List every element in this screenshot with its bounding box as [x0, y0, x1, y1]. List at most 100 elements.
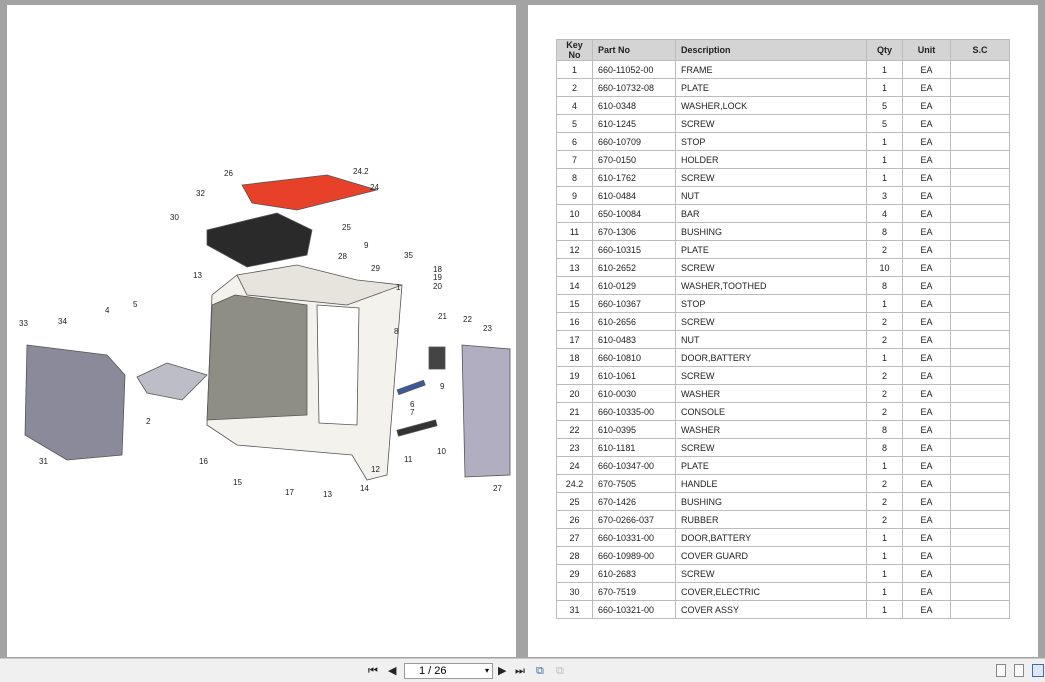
callout-label: 17 [285, 488, 294, 497]
frame-side-panel [206, 294, 308, 421]
table-cell: 2 [556, 78, 593, 97]
table-cell: DOOR,BATTERY [675, 348, 867, 367]
table-cell: WASHER,TOOTHED [675, 276, 867, 295]
table-cell [950, 348, 1010, 367]
previous-page-button[interactable]: ◀ [388, 663, 396, 679]
table-cell: EA [902, 132, 951, 151]
table-cell: 12 [556, 240, 593, 259]
table-cell [950, 276, 1010, 295]
callout-label: 16 [199, 457, 208, 466]
table-cell [950, 474, 1010, 493]
single-page-view-icon[interactable] [996, 664, 1006, 677]
table-cell: 670-1426 [592, 492, 676, 511]
table-cell: EA [902, 168, 951, 187]
table-cell [950, 114, 1010, 133]
table-row: 24.2 670-7505 HANDLE 2 EA [556, 474, 1010, 493]
callout-label: 7 [410, 408, 415, 417]
callout-label: 32 [196, 189, 205, 198]
table-cell: SCREW [675, 564, 867, 583]
table-cell: 1 [866, 60, 903, 79]
table-cell: 610-1762 [592, 168, 676, 187]
table-cell: 670-0266-037 [592, 510, 676, 529]
table-cell: 5 [866, 96, 903, 115]
parts-list-page: Key No Part No Description Qty Unit S.C 1 660-… [528, 5, 1038, 657]
table-cell [950, 312, 1010, 331]
table-cell: EA [902, 204, 951, 223]
table-cell: 2 [866, 330, 903, 349]
callout-label: 22 [463, 315, 472, 324]
table-cell: BUSHING [675, 222, 867, 241]
table-cell: NUT [675, 330, 867, 349]
table-cell: SCREW [675, 366, 867, 385]
table-cell: 6 [556, 132, 593, 151]
callout-label: 35 [404, 251, 413, 260]
table-cell: 2 [866, 366, 903, 385]
table-row: 13 610-2652 SCREW 10 EA [556, 258, 1010, 277]
last-page-button[interactable]: ⏭ [515, 663, 525, 679]
table-cell: RUBBER [675, 510, 867, 529]
table-cell: 610-0483 [592, 330, 676, 349]
rotate-page-icon[interactable]: ⧉ [536, 663, 544, 679]
holder-7 [396, 379, 426, 396]
table-cell: SCREW [675, 438, 867, 457]
page-number-select[interactable]: 1 / 26 ▾ [404, 663, 493, 679]
table-cell: 650-10084 [592, 204, 676, 223]
table-cell: 1 [866, 78, 903, 97]
table-row: 25 670-1426 BUSHING 2 EA [556, 492, 1010, 511]
table-cell: WASHER [675, 420, 867, 439]
table-cell: 610-0395 [592, 420, 676, 439]
table-cell: PLATE [675, 456, 867, 475]
two-page-view-icon[interactable] [1032, 664, 1044, 677]
frame-window [316, 304, 360, 426]
parts-table: Key No Part No Description Qty Unit S.C 1 660-… [556, 39, 1010, 619]
table-row: 14 610-0129 WASHER,TOOTHED 8 EA [556, 276, 1010, 295]
callout-label: 21 [438, 312, 447, 321]
table-cell: 660-10732-08 [592, 78, 676, 97]
table-cell [950, 420, 1010, 439]
column-header: Key No [556, 39, 593, 61]
column-header: S.C [950, 39, 1010, 61]
table-cell: 660-10367 [592, 294, 676, 313]
table-cell: EA [902, 510, 951, 529]
table-cell: 21 [556, 402, 593, 421]
table-row: 23 610-1181 SCREW 8 EA [556, 438, 1010, 457]
table-cell: PLATE [675, 78, 867, 97]
table-cell: 4 [866, 204, 903, 223]
table-cell: 1 [866, 564, 903, 583]
table-cell: COVER GUARD [675, 546, 867, 565]
first-page-button[interactable]: ⏮ [368, 663, 378, 679]
table-cell: 2 [866, 510, 903, 529]
table-cell: 27 [556, 528, 593, 547]
table-row: 26 670-0266-037 RUBBER 2 EA [556, 510, 1010, 529]
chevron-down-icon: ▾ [484, 666, 489, 675]
table-cell: PLATE [675, 240, 867, 259]
next-page-button[interactable]: ▶ [498, 663, 506, 679]
table-cell: 10 [866, 258, 903, 277]
table-cell: EA [902, 78, 951, 97]
table-cell: SCREW [675, 114, 867, 133]
table-cell: 2 [866, 312, 903, 331]
table-cell: 660-10335-00 [592, 402, 676, 421]
table-cell: SCREW [675, 258, 867, 277]
callout-label: 9 [364, 241, 369, 250]
callout-label: 30 [170, 213, 179, 222]
table-row: 4 610-0348 WASHER,LOCK 5 EA [556, 96, 1010, 115]
table-cell: HOLDER [675, 150, 867, 169]
table-cell: EA [902, 96, 951, 115]
table-cell: STOP [675, 132, 867, 151]
callout-label: 4 [105, 306, 110, 315]
column-header: Description [675, 39, 867, 61]
table-cell: 3 [866, 186, 903, 205]
table-cell [950, 510, 1010, 529]
rotate-disabled-icon: ⧉ [556, 665, 564, 677]
table-cell: EA [902, 240, 951, 259]
table-cell: 670-7505 [592, 474, 676, 493]
table-cell [950, 186, 1010, 205]
table-cell: 16 [556, 312, 593, 331]
table-row: 28 660-10989-00 COVER GUARD 1 EA [556, 546, 1010, 565]
continuous-view-icon[interactable] [1014, 664, 1024, 677]
table-cell: EA [902, 546, 951, 565]
table-row: 10 650-10084 BAR 4 EA [556, 204, 1010, 223]
callout-label: 8 [394, 327, 399, 336]
table-cell: DOOR,BATTERY [675, 528, 867, 547]
